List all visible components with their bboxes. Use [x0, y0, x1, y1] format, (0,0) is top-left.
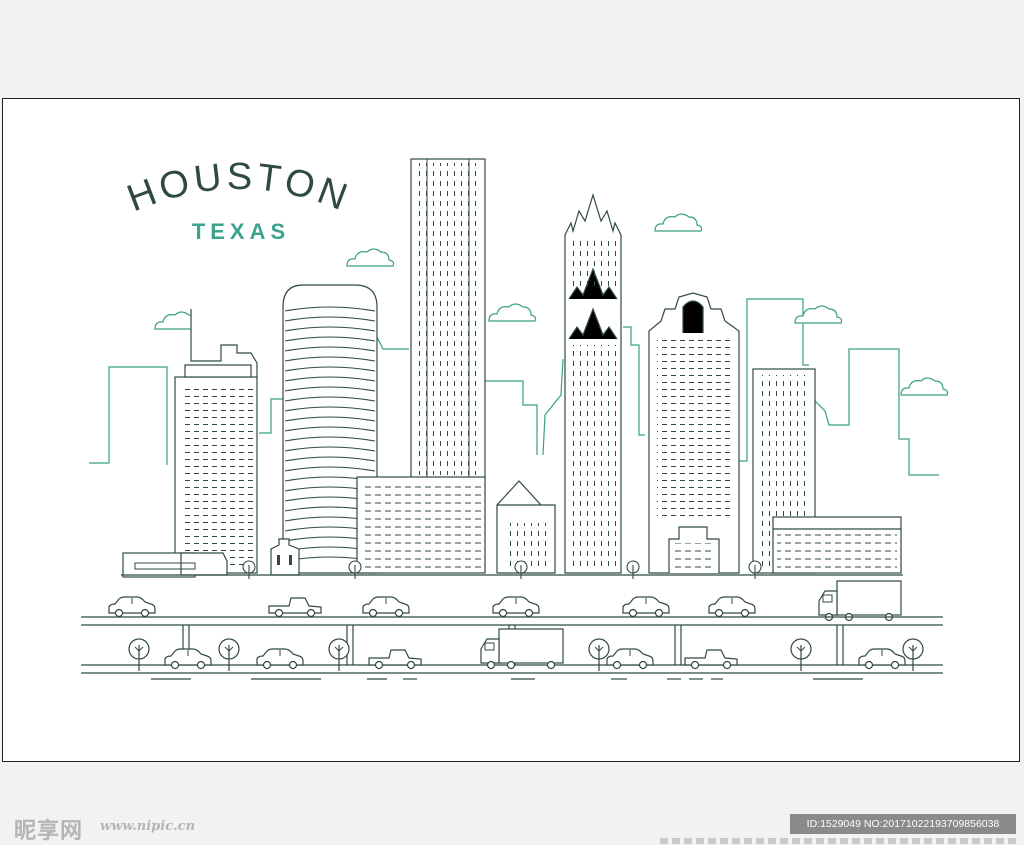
- illustration-frame: HOUSTON TEXAS: [2, 98, 1020, 762]
- houston-skyline-illustration: HOUSTON TEXAS: [81, 156, 949, 680]
- watermark-logo: 昵享网: [14, 818, 84, 844]
- state-subtitle: TEXAS: [192, 219, 290, 244]
- image-id-bar: ID:1529049 NO:20171022193709856038: [790, 814, 1016, 834]
- title-group: HOUSTON TEXAS: [122, 156, 356, 244]
- watermark-url: www.nipic.cn: [100, 819, 196, 834]
- upper-road-cars: [108, 580, 902, 622]
- city-title: HOUSTON: [122, 156, 356, 220]
- bottom-decorative-strip: [660, 838, 1020, 844]
